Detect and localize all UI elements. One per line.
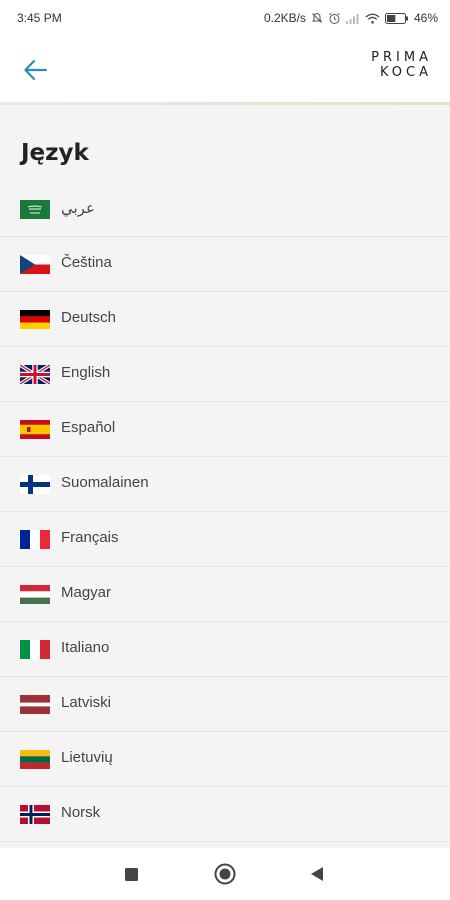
language-label: Español (61, 419, 116, 436)
language-item-arabic[interactable]: عربي (0, 182, 450, 237)
latvia-flag-icon (20, 695, 50, 714)
italy-flag-icon (20, 640, 50, 659)
language-label: Suomalainen (61, 474, 149, 491)
language-label: عربي (61, 200, 95, 217)
language-label: Latviski (61, 694, 112, 711)
network-speed: 0.2KB/s (263, 11, 306, 25)
hungary-flag-icon (20, 585, 50, 604)
czech-flag-icon (20, 255, 50, 274)
status-bar: 3:45 PM 0.2KB/s 46% (0, 0, 450, 36)
language-label: Deutsch (61, 309, 117, 326)
language-item-italian[interactable]: Italiano (0, 622, 450, 677)
back-arrow-icon[interactable] (22, 56, 50, 84)
language-item-lithuanian[interactable]: Lietuvių (0, 732, 450, 787)
logo-line-2: KOCA (379, 65, 432, 80)
app-bar: PRIMA KOCA (0, 36, 450, 102)
language-label: Français (61, 529, 119, 546)
finland-flag-icon (20, 475, 50, 494)
system-nav-bar (0, 848, 450, 900)
lithuania-flag-icon (20, 750, 50, 769)
language-item-french[interactable]: Français (0, 512, 450, 567)
germany-flag-icon (20, 310, 50, 329)
brand-logo: PRIMA KOCA (366, 50, 432, 84)
language-item-english[interactable]: English (0, 347, 450, 402)
language-item-spanish[interactable]: Español (0, 402, 450, 457)
norway-flag-icon (20, 805, 50, 824)
status-time: 3:45 PM (17, 11, 62, 25)
saudi-arabia-flag-icon (20, 200, 50, 219)
home-circle-icon[interactable] (214, 863, 236, 885)
france-flag-icon (20, 530, 50, 549)
language-item-german[interactable]: Deutsch (0, 292, 450, 347)
header-divider (0, 102, 450, 105)
language-list: عربي Čeština Deutsch English Español Suo… (0, 182, 450, 842)
language-item-norwegian[interactable]: Norsk (0, 787, 450, 842)
battery-icon (384, 12, 408, 24)
back-triangle-icon[interactable] (310, 866, 324, 882)
language-item-finnish[interactable]: Suomalainen (0, 457, 450, 512)
language-label: Norsk (61, 804, 101, 821)
signal-icon (345, 13, 359, 24)
spain-flag-icon (20, 420, 50, 439)
bell-off-icon (311, 12, 323, 23)
alarm-icon (329, 12, 340, 24)
language-item-hungarian[interactable]: Magyar (0, 567, 450, 622)
language-label: Magyar (61, 584, 112, 601)
status-icons: 0.2KB/s 46% (264, 11, 438, 25)
language-label: Italiano (61, 639, 110, 656)
recents-square-icon[interactable] (125, 868, 138, 881)
language-label: Čeština (61, 254, 112, 271)
language-label: Lietuvių (61, 749, 113, 766)
uk-flag-icon (20, 365, 50, 384)
language-label: English (61, 364, 111, 381)
page-title: Język (21, 140, 89, 166)
wifi-icon (365, 13, 380, 24)
language-item-czech[interactable]: Čeština (0, 237, 450, 292)
logo-line-1: PRIMA (371, 50, 432, 65)
language-item-latvian[interactable]: Latviski (0, 677, 450, 732)
battery-level: 46% (413, 11, 438, 25)
